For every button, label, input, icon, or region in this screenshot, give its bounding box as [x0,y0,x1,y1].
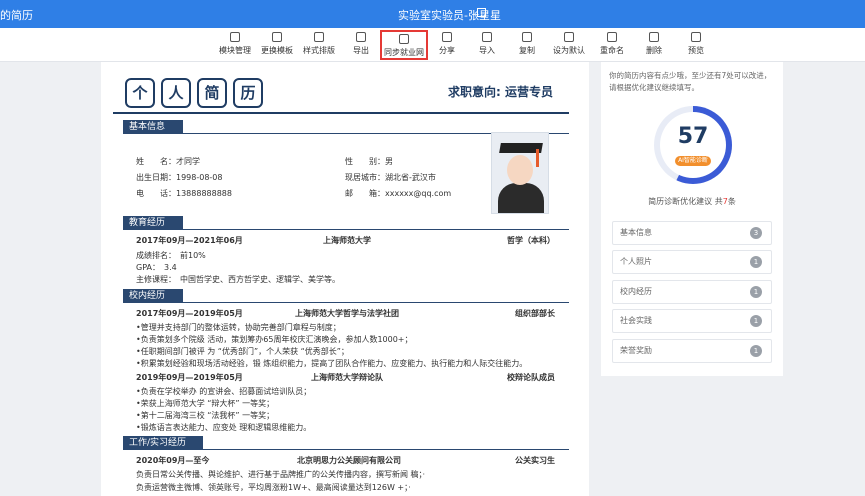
campus-line: •荣获上海师范大学 “辩大杯” 一等奖； [136,399,275,408]
style-layout-button[interactable]: 样式排版 [296,30,342,60]
campus-line: •锻炼语言表达能力、应变处 理和逻辑思维能力。 [136,423,312,432]
diagnosis-hint: 你的简历内容有点少哦，至少还有7处可以改进，请根据优化建议继续填写。 [609,71,772,92]
copy-button[interactable]: 复制 [504,30,550,60]
count-badge: 1 [750,315,762,327]
work-line: 负责日常公关传播、舆论维护、进行基于品牌推广的公关传播内容，撰写新闻 稿；· [136,470,426,479]
campus-org: 上海师范大学哲学与法学社团 [295,309,399,318]
section-basic-header[interactable]: 基本信息 [123,120,183,134]
work-line: 负责运营微主微博、领英账号，平均周涨粉1W+、最高阅读量达到126W +；· [136,483,411,492]
campus-line: •管理并支持部门的整体运转，协助完善部门章程与制度； [136,323,341,332]
edu-degree: 哲学（本科） [507,236,555,245]
section-work-header[interactable]: 工作/实习经历 [123,436,203,450]
toolbar: 模块管理 更换模板 样式排版 导出 同步就业网 分享 导入 复制 设为默认 重命… [0,28,865,62]
campus-line: •负责在学校举办 的宣讲会、招募面试培训队员； [136,387,312,396]
suggestion-item-practice[interactable]: 社会实践 1 [612,309,772,333]
copy-icon [522,32,532,42]
suggestion-item-campus[interactable]: 校内经历 1 [612,280,772,304]
app-title: 的简历 [0,9,33,22]
work-company: 北京明思力公关顾问有限公司 [297,456,401,465]
count-badge: 1 [750,345,762,357]
edu-school: 上海师范大学 [323,236,371,245]
edu-courses: 主修课程： 中国哲学史、西方哲学史、逻辑学、美学等。 [136,275,340,284]
change-template-button[interactable]: 更换模板 [254,30,300,60]
ai-diagnosis-badge[interactable]: AI智能诊断 [675,156,711,166]
basic-name: 姓 名：才同学 [136,157,200,166]
count-badge: 1 [750,286,762,298]
score-gauge: 57 AI智能诊断 [654,106,732,184]
campus-line: •任职期间部门被评 为 “优秀部门”，个人荣获 “优秀部长”； [136,347,349,356]
campus-role: 校辩论队成员 [507,373,555,382]
module-manage-button[interactable]: 模块管理 [212,30,258,60]
count-badge: 3 [750,227,762,239]
export-button[interactable]: 导出 [338,30,384,60]
trash-icon [649,32,659,42]
campus-line: •负责策划多个院级 活动，策划筹办65周年校庆汇演晚会，参加人数1000+； [136,335,413,344]
job-intent: 求职意向: 运营专员 [448,85,553,99]
avatar-face [507,155,533,185]
cloud-sync-icon [399,34,409,44]
gauge-inner: 57 AI智能诊断 [660,112,726,178]
suggestion-item-photo[interactable]: 个人照片 1 [612,250,772,274]
edu-period: 2017年09月—2021年06月 [136,236,243,245]
edu-gpa: GPA： 3.4 [136,263,177,272]
basic-city: 现居城市：湖北省-武汉市 [345,173,436,182]
rename-button[interactable]: 重命名 [589,30,635,60]
edit-icon[interactable] [477,8,486,17]
basic-phone: 电 话：13888888888 [136,189,232,198]
set-default-button[interactable]: 设为默认 [546,30,592,60]
template-icon [272,32,282,42]
title-char: 人 [161,78,191,108]
title-char: 历 [233,78,263,108]
export-icon [356,32,366,42]
grid-icon [230,32,240,42]
campus-line: •第十二届海湾三校 “法我杯” 一等奖； [136,411,275,420]
divider [123,229,569,230]
layout-icon [314,32,324,42]
basic-email: 邮 箱：xxxxxx@qq.com [345,189,452,198]
suggestion-item-honors[interactable]: 荣誉奖励 1 [612,339,772,363]
campus-period: 2017年09月—2019年05月 [136,309,243,318]
sync-jobsite-button[interactable]: 同步就业网 [380,30,428,60]
campus-org: 上海师范大学辩论队 [311,373,383,382]
divider [113,112,569,114]
divider [123,449,569,450]
check-circle-icon [564,32,574,42]
work-role: 公关实习生 [515,456,555,465]
resume-page[interactable]: 个 人 简 历 求职意向: 运营专员 基本信息 姓 名：才同学 出生日期：199… [101,62,589,496]
edu-rank: 成绩排名： 前10% [136,251,206,260]
avatar[interactable] [491,132,549,214]
diagnosis-panel: 你的简历内容有点少哦，至少还有7处可以改进，请根据优化建议继续填写。 57 AI… [601,62,783,376]
divider [123,302,569,303]
campus-period: 2019年09月—2019年05月 [136,373,243,382]
title-bar: 的简历 实验室实验员-张星星 [0,0,865,28]
count-badge: 1 [750,256,762,268]
suggestion-summary: 简历诊断优化建议 共7条 [648,197,736,206]
section-edu-header[interactable]: 教育经历 [123,216,183,230]
tassel [536,149,539,167]
campus-role: 组织部部长 [515,309,555,318]
title-char: 个 [125,78,155,108]
delete-button[interactable]: 删除 [631,30,677,60]
import-icon [482,32,492,42]
work-period: 2020年09月—至今 [136,456,210,465]
suggestion-item-basic[interactable]: 基本信息 3 [612,221,772,245]
avatar-body [498,183,544,213]
campus-line: •积累策划经验和现场活动经验，锻 炼组织能力，提高了团队合作能力、应变能力、执行… [136,359,528,368]
rename-icon [607,32,617,42]
basic-birth: 出生日期：1998-08-08 [136,173,223,182]
eye-icon [691,32,701,42]
score-value: 57 [677,124,709,149]
share-icon [442,32,452,42]
section-campus-header[interactable]: 校内经历 [123,289,183,303]
basic-gender: 性 别：男 [345,157,393,166]
title-char: 简 [197,78,227,108]
preview-button[interactable]: 预览 [673,30,719,60]
